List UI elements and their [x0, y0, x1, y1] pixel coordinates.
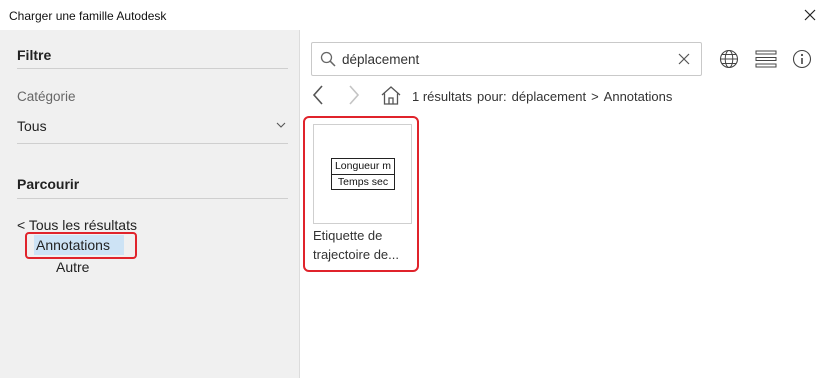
- close-icon: [804, 9, 816, 21]
- result-count: 1 résultats: [412, 89, 472, 104]
- info-icon[interactable]: [792, 49, 812, 69]
- result-label-line: Etiquette de: [313, 228, 383, 243]
- breadcrumb-separator: >: [591, 89, 599, 104]
- search-box: [311, 42, 702, 76]
- title-bar: Charger une famille Autodesk: [0, 0, 825, 30]
- result-label-line: trajectoire de...: [313, 247, 399, 262]
- all-results-link[interactable]: < Tous les résultats: [17, 217, 137, 233]
- tree-item-autre[interactable]: Autre: [56, 259, 89, 275]
- close-button[interactable]: [795, 0, 825, 30]
- filter-sidebar: Filtre Catégorie Tous Parcourir < Tous l…: [0, 30, 300, 378]
- category-dropdown[interactable]: Tous: [17, 114, 288, 138]
- divider: [17, 143, 288, 144]
- preview-row: Longueur m: [334, 160, 392, 172]
- forward-icon[interactable]: [347, 84, 361, 106]
- breadcrumb: 1 résultats pour: déplacement > Annotations: [412, 89, 677, 104]
- divider: [17, 198, 288, 199]
- category-value: Tous: [17, 118, 47, 134]
- breadcrumb-query[interactable]: déplacement: [512, 89, 586, 104]
- tag-preview: Longueur m Temps sec: [331, 158, 395, 190]
- window-title: Charger une famille Autodesk: [9, 9, 167, 23]
- for-label: pour:: [476, 89, 507, 104]
- filter-heading: Filtre: [17, 47, 52, 63]
- breadcrumb-category[interactable]: Annotations: [604, 89, 673, 104]
- category-label: Catégorie: [17, 89, 76, 104]
- search-icon: [320, 51, 336, 67]
- browse-heading: Parcourir: [17, 176, 80, 192]
- preview-row: Temps sec: [332, 174, 394, 189]
- search-input[interactable]: [342, 49, 662, 69]
- clear-icon[interactable]: [678, 53, 690, 65]
- globe-icon[interactable]: [719, 49, 739, 69]
- result-label: Etiquette de trajectoire de...: [313, 226, 413, 264]
- results-panel: 1 résultatspour:déplacement>Annotations …: [301, 30, 825, 378]
- highlight-box: [25, 232, 137, 259]
- divider: [17, 68, 288, 69]
- result-card[interactable]: Longueur m Temps sec Etiquette de trajec…: [303, 116, 419, 272]
- chevron-down-icon: [276, 122, 286, 128]
- home-icon[interactable]: [380, 84, 402, 106]
- back-icon[interactable]: [311, 84, 325, 106]
- list-view-icon[interactable]: [755, 49, 777, 69]
- family-thumbnail: Longueur m Temps sec: [313, 124, 412, 224]
